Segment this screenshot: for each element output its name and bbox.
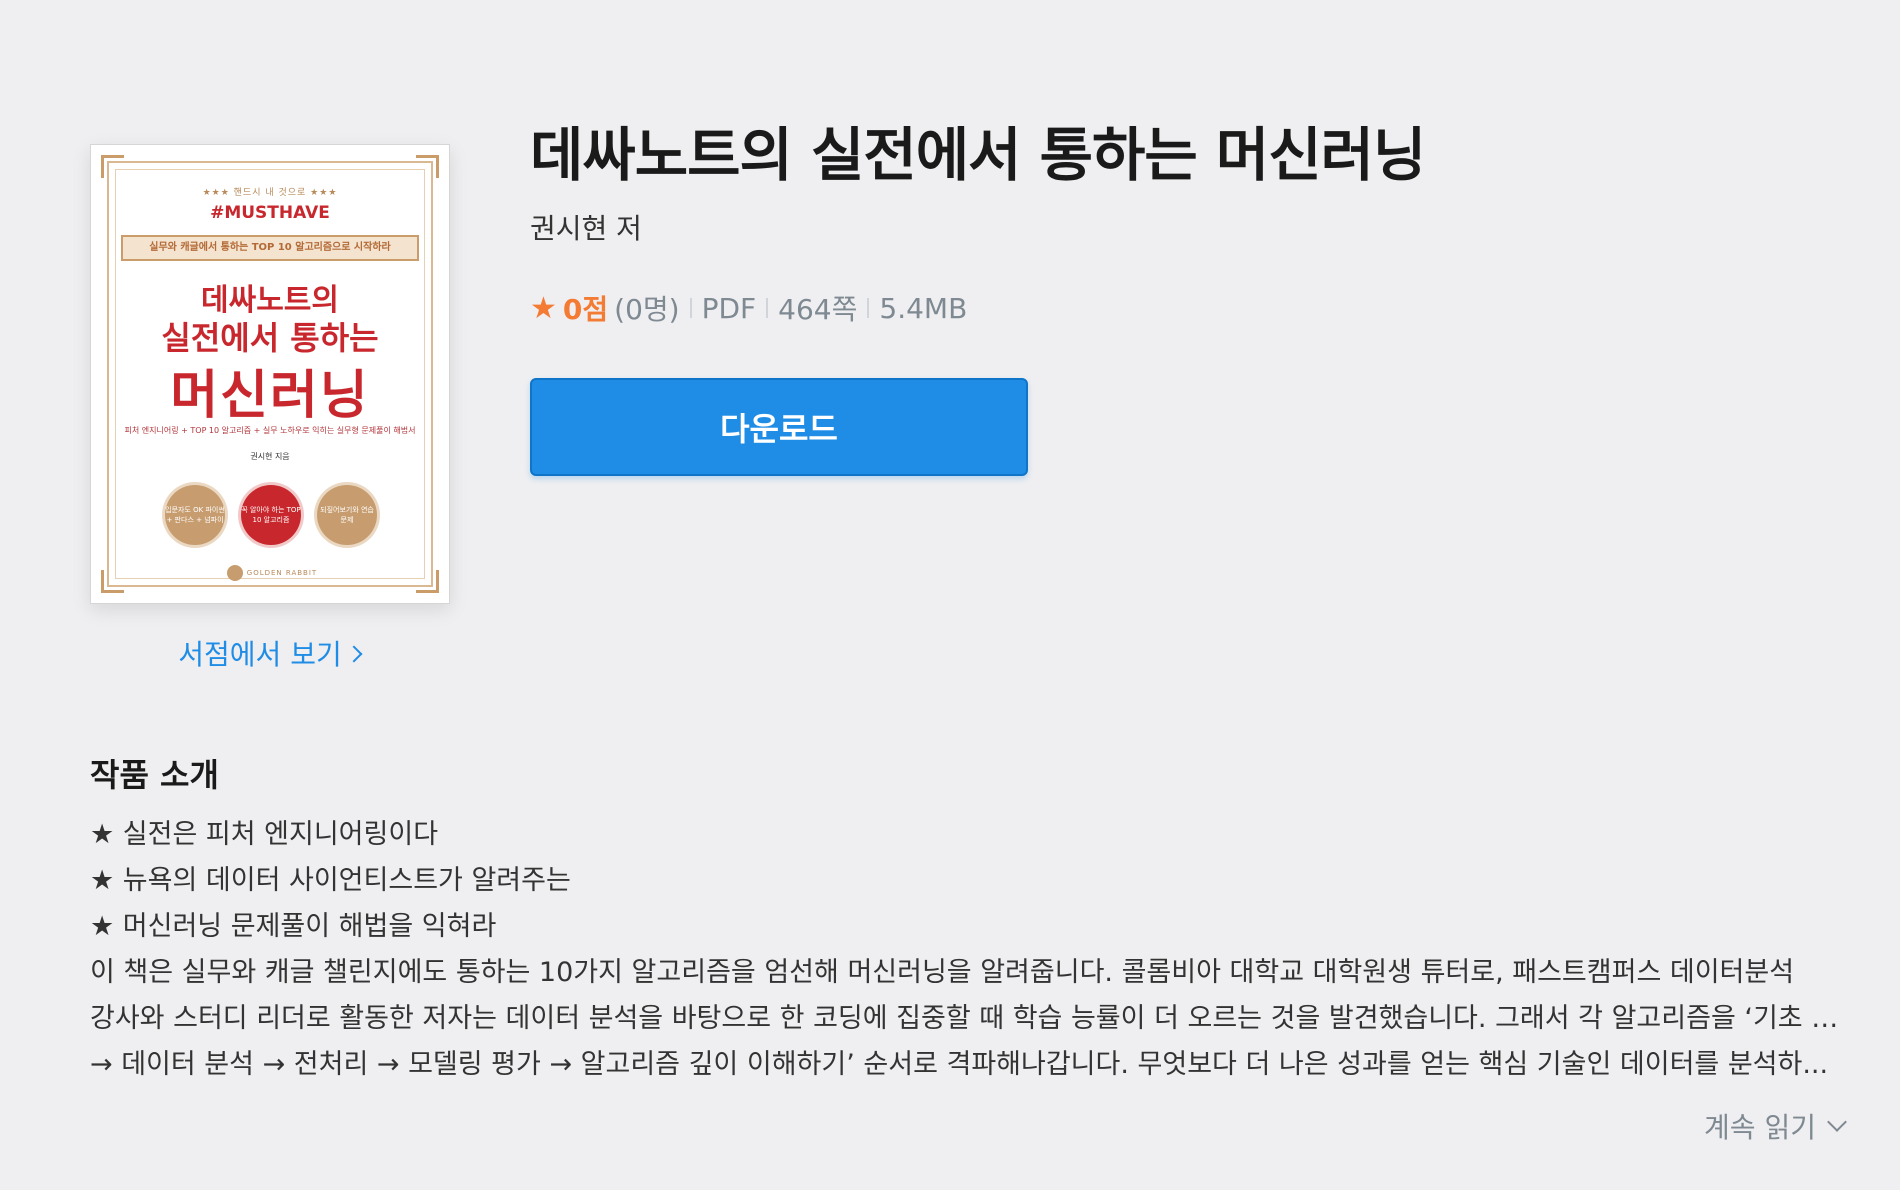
view-in-store-label: 서점에서 보기	[178, 638, 342, 671]
cover-author: 권시현 지음	[250, 452, 290, 461]
book-author: 권시현 저	[530, 212, 642, 245]
rabbit-icon	[226, 565, 243, 581]
meta-divider	[867, 298, 870, 318]
meta-divider	[766, 298, 769, 318]
cover-title-line: 머신러닝	[170, 366, 370, 426]
star-icon: ★	[530, 290, 557, 326]
cover-subtitle: 피처 엔지니어링 + TOP 10 알고리즘 + 실무 노하우로 익히는 실무형…	[124, 426, 416, 435]
intro-line: ★ 실전은 피처 엔지니어링이다	[90, 819, 439, 850]
view-in-store-link[interactable]: 서점에서 보기	[90, 633, 448, 673]
cover-tag: #MUSTHAVE	[210, 203, 330, 223]
book-title: 데싸노트의 실전에서 통하는 머신러닝	[530, 121, 1426, 189]
cover-badge: 되짚어보기와 연습문제	[317, 485, 377, 545]
intro-body: ★ 실전은 피처 엔지니어링이다 ★ 뉴욕의 데이터 사이언티스트가 알려주는 …	[90, 812, 1850, 1088]
book-detail-page: ★★★ 핸드시 내 것으로 ★★★ #MUSTHAVE 실무와 캐글에서 통하는…	[0, 0, 1900, 1190]
page-count: 464쪽	[778, 293, 858, 326]
intro-heading: 작품 소개	[90, 756, 219, 794]
intro-line: 이 책은 실무와 캐글 챌린지에도 통하는 10가지 알고리즘을 엄선해 머신러…	[90, 957, 1795, 988]
intro-line: 강사와 스터디 리더로 활동한 저자는 데이터 분석을 바탕으로 한 코딩에 집…	[90, 1003, 1850, 1034]
cover-badge: 입문자도 OK 파이썬 + 판다스 + 넘파이	[165, 485, 225, 545]
cover-kicker: ★★★ 핸드시 내 것으로 ★★★	[202, 188, 338, 198]
meta-divider	[689, 298, 692, 318]
rating-score: 0점	[562, 293, 609, 326]
book-format: PDF	[701, 291, 757, 325]
read-more-label: 계속 읽기	[1704, 1111, 1816, 1144]
intro-line: ★ 뉴욕의 데이터 사이언티스트가 알려주는	[90, 865, 571, 896]
book-cover-link[interactable]: ★★★ 핸드시 내 것으로 ★★★ #MUSTHAVE 실무와 캐글에서 통하는…	[90, 144, 450, 604]
rating-count: (0명)	[614, 293, 680, 326]
download-button[interactable]: 다운로드	[530, 378, 1028, 476]
publisher-logo: GOLDEN RABBIT	[91, 565, 449, 581]
read-more-button[interactable]: 계속 읽기	[1704, 1106, 1847, 1146]
book-meta: ★ 0점 (0명) PDF 464쪽 5.4MB	[530, 288, 967, 328]
chevron-right-icon	[345, 645, 363, 663]
cover-ribbon: 실무와 캐글에서 통하는 TOP 10 알고리즘으로 시작하라	[121, 235, 419, 261]
file-size: 5.4MB	[879, 291, 968, 325]
cover-corner-ornament	[101, 155, 124, 178]
cover-corner-ornament	[416, 155, 439, 178]
publisher-name: GOLDEN RABBIT	[246, 569, 318, 577]
intro-line: ★ 머신러닝 문제풀이 해법을 익혀라	[90, 911, 497, 942]
chevron-down-icon	[1827, 1112, 1847, 1132]
book-cover-image: ★★★ 핸드시 내 것으로 ★★★ #MUSTHAVE 실무와 캐글에서 통하는…	[90, 144, 450, 604]
intro-line: → 데이터 분석 → 전처리 → 모델링 평가 → 알고리즘 깊이 이해하기’ …	[90, 1049, 1829, 1080]
cover-badge: 꼭 알아야 하는 TOP 10 알고리즘	[241, 485, 301, 545]
